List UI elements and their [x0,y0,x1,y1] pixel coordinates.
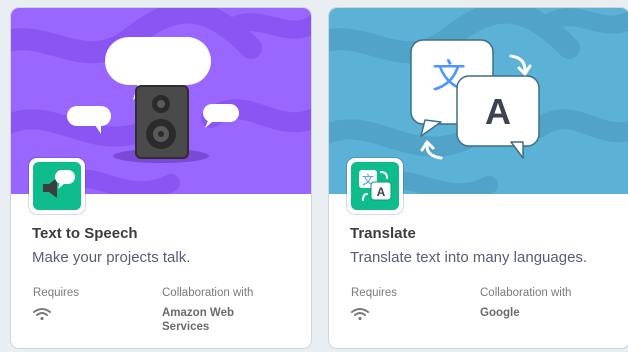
extension-card-text-to-speech[interactable]: Text to Speech Make your projects talk. … [11,8,311,348]
extension-card-translate[interactable]: 文 A 文 A Translate Translate text into ma… [329,8,628,348]
collaboration-name-line: Services [162,321,210,333]
collaboration-label: Collaboration with [162,287,254,299]
speaker-icon [135,85,189,159]
extension-badge [29,158,85,214]
card-description: Translate text into many languages. [350,249,588,266]
wifi-icon [33,308,51,321]
svg-text:A: A [377,185,386,199]
collaboration-name: Google [480,306,520,320]
card-title: Translate [350,225,416,242]
translate-icon: 文 A [351,162,399,210]
collaboration-name: Amazon Web Services [162,306,234,334]
collaboration-name-line: Amazon Web [162,307,234,319]
extension-grid: Text to Speech Make your projects talk. … [0,0,628,352]
speaker-speech-icon [33,162,81,210]
card-title: Text to Speech [32,225,138,242]
extension-badge: 文 A [347,158,403,214]
collaboration-label: Collaboration with [480,287,572,299]
card-description: Make your projects talk. [32,249,191,266]
requires-label: Requires [33,287,80,299]
wifi-icon [351,308,369,321]
requires-label: Requires [351,287,398,299]
hero-glyph: A [485,91,511,132]
collaboration-name-line: Google [480,307,520,319]
